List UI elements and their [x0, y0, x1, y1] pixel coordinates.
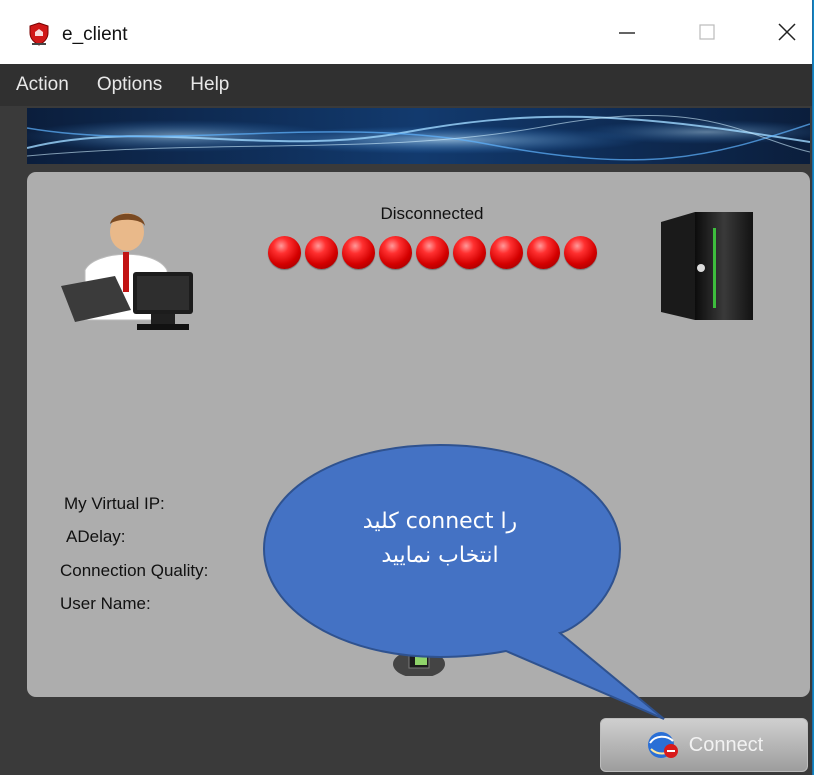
close-button[interactable] — [752, 0, 814, 64]
maximize-button[interactable] — [672, 0, 742, 64]
callout-text: کلید connect را انتخاب نمایید — [290, 505, 590, 573]
user-computer-icon — [61, 213, 193, 330]
connection-status: Disconnected — [380, 204, 484, 223]
server-icon — [661, 212, 753, 320]
status-led — [564, 236, 597, 269]
menu-help[interactable]: Help — [176, 64, 243, 106]
banner-graphic — [27, 108, 810, 164]
network-card-icon — [393, 650, 445, 676]
close-icon — [778, 23, 796, 41]
delay-label: ADelay: — [66, 527, 126, 546]
minimize-icon — [619, 32, 635, 34]
status-led — [342, 236, 375, 269]
menu-bar: Action Options Help — [0, 64, 812, 106]
network-banner — [27, 108, 810, 164]
menu-options[interactable]: Options — [83, 64, 176, 106]
status-led — [527, 236, 560, 269]
maximize-icon — [699, 24, 715, 40]
connect-label: Connect — [688, 733, 764, 756]
window-title: e_client — [62, 24, 128, 45]
callout-line-2: انتخاب نمایید — [381, 543, 499, 568]
status-led — [490, 236, 523, 269]
title-bar[interactable]: e_client — [0, 0, 812, 65]
virtual-ip-label: My Virtual IP: — [64, 494, 165, 513]
connect-globe-icon — [647, 732, 678, 758]
connect-button[interactable]: Connect — [600, 718, 808, 772]
menu-action[interactable]: Action — [0, 64, 83, 106]
minimize-button[interactable] — [592, 0, 662, 64]
app-shield-icon — [29, 22, 49, 46]
status-led — [379, 236, 412, 269]
connection-quality-label: Connection Quality: — [60, 561, 209, 580]
status-led — [305, 236, 338, 269]
status-led — [416, 236, 449, 269]
user-name-label: User Name: — [60, 594, 151, 613]
callout-line-1: کلید connect را — [362, 509, 518, 534]
app-window: e_client Action Options Help Disconnecte… — [0, 0, 813, 775]
connection-panel: Disconnected My Virtual IP: ADelay: Conn… — [27, 172, 810, 697]
status-led — [453, 236, 486, 269]
status-led — [268, 236, 301, 269]
status-indicators — [268, 236, 597, 269]
